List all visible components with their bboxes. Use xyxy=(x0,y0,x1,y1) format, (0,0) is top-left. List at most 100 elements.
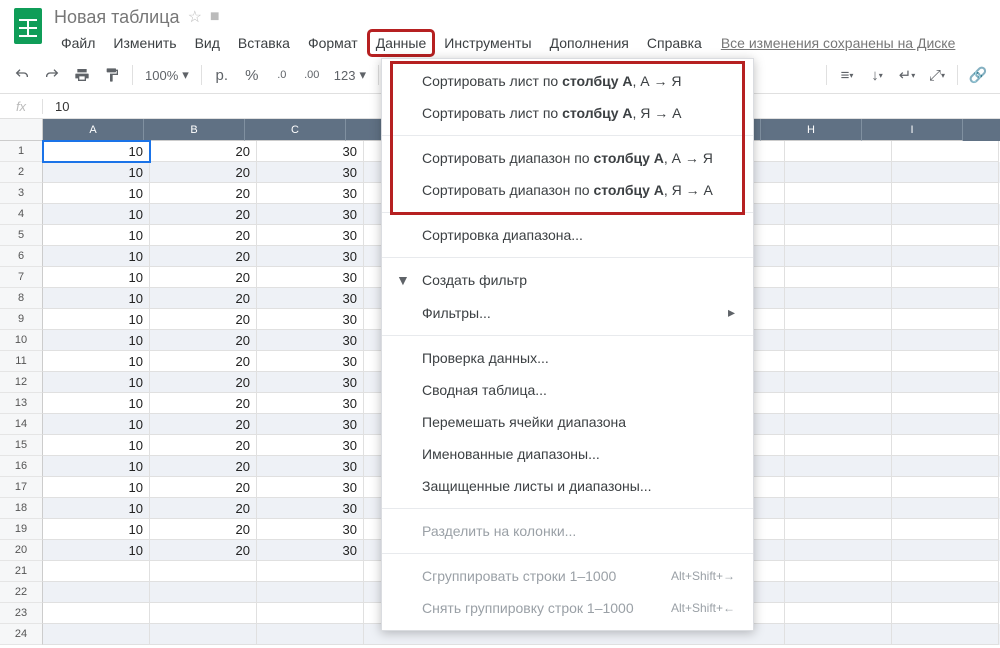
row-header[interactable]: 5 xyxy=(0,225,43,246)
cell[interactable] xyxy=(785,603,892,624)
cell[interactable] xyxy=(785,372,892,393)
cell[interactable] xyxy=(785,435,892,456)
row-header[interactable]: 14 xyxy=(0,414,43,435)
cell[interactable]: 20 xyxy=(150,141,257,162)
menu-data[interactable]: Данные xyxy=(369,31,434,55)
print-button[interactable] xyxy=(68,61,96,89)
row-header[interactable]: 13 xyxy=(0,393,43,414)
cell[interactable]: 10 xyxy=(43,162,150,183)
zoom-select[interactable]: 100%▾ xyxy=(139,67,195,83)
cell[interactable]: 20 xyxy=(150,267,257,288)
undo-button[interactable] xyxy=(8,61,36,89)
row-header[interactable]: 6 xyxy=(0,246,43,267)
cell[interactable] xyxy=(43,603,150,624)
cell[interactable]: 20 xyxy=(150,498,257,519)
cell[interactable]: 10 xyxy=(43,225,150,246)
cell[interactable] xyxy=(892,435,999,456)
menu-protected-ranges[interactable]: Защищенные листы и диапазоны... xyxy=(382,470,753,502)
cell[interactable]: 20 xyxy=(150,414,257,435)
cell[interactable]: 30 xyxy=(257,141,364,162)
cell[interactable]: 10 xyxy=(43,330,150,351)
row-header[interactable]: 12 xyxy=(0,372,43,393)
rotate-button[interactable]: ⤢▾ xyxy=(923,61,951,89)
cell[interactable]: 30 xyxy=(257,267,364,288)
cell[interactable]: 30 xyxy=(257,351,364,372)
more-formats-button[interactable]: 123▾ xyxy=(328,67,372,83)
row-header[interactable]: 16 xyxy=(0,456,43,477)
cell[interactable]: 20 xyxy=(150,330,257,351)
cell[interactable]: 20 xyxy=(150,162,257,183)
currency-button[interactable]: р. xyxy=(208,61,236,89)
cell[interactable] xyxy=(150,582,257,603)
cell[interactable] xyxy=(892,267,999,288)
row-header[interactable]: 19 xyxy=(0,519,43,540)
row-header[interactable]: 21 xyxy=(0,561,43,582)
row-header[interactable]: 2 xyxy=(0,162,43,183)
cell[interactable]: 10 xyxy=(43,246,150,267)
cell[interactable]: 10 xyxy=(43,309,150,330)
cell[interactable]: 20 xyxy=(150,393,257,414)
star-icon[interactable]: ☆ xyxy=(188,7,202,27)
menu-file[interactable]: Файл xyxy=(54,31,102,55)
cell[interactable]: 10 xyxy=(43,183,150,204)
cell[interactable]: 30 xyxy=(257,330,364,351)
cell[interactable] xyxy=(785,561,892,582)
menu-tools[interactable]: Инструменты xyxy=(437,31,538,55)
cell[interactable]: 30 xyxy=(257,435,364,456)
cell[interactable]: 10 xyxy=(43,204,150,225)
menu-filters[interactable]: Фильтры...▸ xyxy=(382,296,753,329)
cell[interactable] xyxy=(785,225,892,246)
cell[interactable] xyxy=(785,582,892,603)
cell[interactable] xyxy=(150,603,257,624)
cell[interactable] xyxy=(892,624,999,645)
row-header[interactable]: 18 xyxy=(0,498,43,519)
cell[interactable] xyxy=(150,624,257,645)
row-header[interactable]: 15 xyxy=(0,435,43,456)
cell[interactable] xyxy=(892,162,999,183)
cell[interactable] xyxy=(892,477,999,498)
cell[interactable] xyxy=(257,561,364,582)
cell[interactable] xyxy=(785,393,892,414)
cell[interactable] xyxy=(785,162,892,183)
cell[interactable]: 10 xyxy=(43,498,150,519)
col-header-c[interactable]: C xyxy=(245,119,346,141)
decrease-decimal-button[interactable]: .0 xyxy=(268,61,296,89)
doc-name[interactable]: Новая таблица xyxy=(54,7,180,28)
menu-help[interactable]: Справка xyxy=(640,31,709,55)
cell[interactable]: 10 xyxy=(43,288,150,309)
cell[interactable]: 20 xyxy=(150,351,257,372)
cell[interactable]: 30 xyxy=(257,393,364,414)
cell[interactable] xyxy=(785,288,892,309)
menu-view[interactable]: Вид xyxy=(188,31,227,55)
menu-shuffle-range[interactable]: Перемешать ячейки диапазона xyxy=(382,406,753,438)
cell[interactable] xyxy=(892,204,999,225)
menu-edit[interactable]: Изменить xyxy=(106,31,183,55)
cell[interactable] xyxy=(892,372,999,393)
cell[interactable] xyxy=(892,183,999,204)
row-header[interactable]: 20 xyxy=(0,540,43,561)
cell[interactable]: 30 xyxy=(257,183,364,204)
cell[interactable]: 20 xyxy=(150,246,257,267)
menu-sort-sheet-za[interactable]: Сортировать лист по столбцу A, Я → А xyxy=(382,97,753,129)
col-header-h[interactable]: H xyxy=(761,119,862,141)
cell[interactable]: 20 xyxy=(150,204,257,225)
row-header[interactable]: 11 xyxy=(0,351,43,372)
row-header[interactable]: 7 xyxy=(0,267,43,288)
cell[interactable]: 30 xyxy=(257,225,364,246)
cell[interactable]: 30 xyxy=(257,477,364,498)
cell[interactable]: 20 xyxy=(150,477,257,498)
menu-pivot-table[interactable]: Сводная таблица... xyxy=(382,374,753,406)
folder-icon[interactable]: ■ xyxy=(210,8,220,26)
cell[interactable] xyxy=(257,582,364,603)
cell[interactable]: 30 xyxy=(257,288,364,309)
cell[interactable] xyxy=(257,624,364,645)
cell[interactable] xyxy=(892,603,999,624)
row-header[interactable]: 17 xyxy=(0,477,43,498)
cell[interactable] xyxy=(785,351,892,372)
cell[interactable]: 10 xyxy=(43,393,150,414)
cell[interactable]: 10 xyxy=(43,519,150,540)
increase-decimal-button[interactable]: .00 xyxy=(298,61,326,89)
cell[interactable]: 20 xyxy=(150,183,257,204)
cell[interactable]: 30 xyxy=(257,204,364,225)
row-header[interactable]: 22 xyxy=(0,582,43,603)
